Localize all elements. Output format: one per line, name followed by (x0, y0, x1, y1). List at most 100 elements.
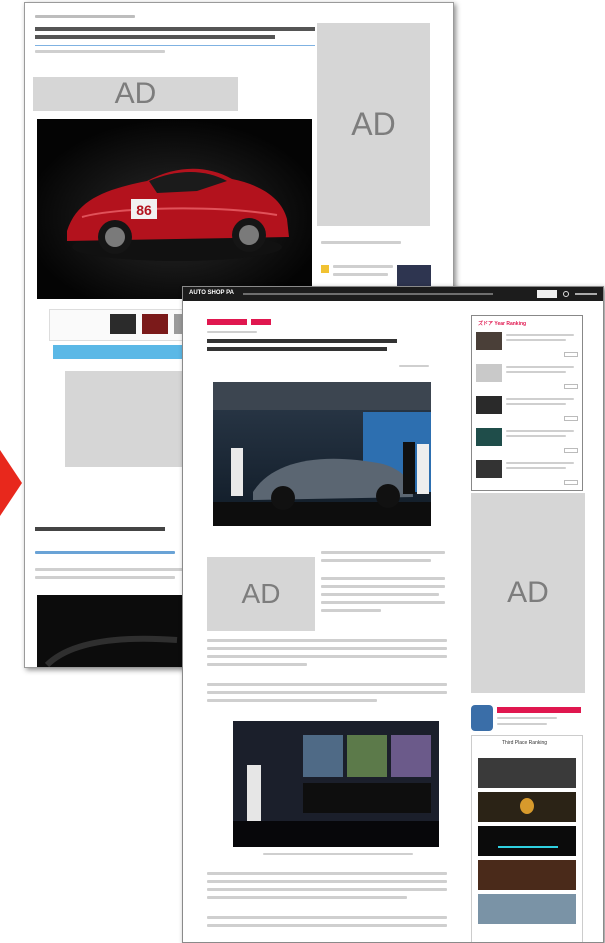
body-text-line (321, 609, 381, 612)
ranking-title: ズドア Year Ranking (478, 321, 527, 327)
ranking-text (506, 467, 566, 469)
ad-banner-top: AD (33, 77, 238, 111)
profile-text (497, 717, 557, 719)
avatar[interactable] (471, 705, 493, 731)
category-tag[interactable] (207, 319, 247, 325)
article-meta (35, 50, 165, 53)
share-buttons[interactable] (399, 365, 429, 367)
ranking-count-badge (564, 448, 578, 453)
ranking-thumbnail (476, 428, 502, 446)
category-tag[interactable] (251, 319, 271, 325)
ranking-text (506, 398, 574, 400)
ranking-text (506, 334, 574, 336)
body-text-line (207, 691, 447, 694)
ranking-text (506, 435, 566, 437)
profile-text (497, 723, 547, 725)
section-heading (35, 527, 165, 531)
car-unveiling-image (213, 382, 431, 526)
thumbnail[interactable] (142, 314, 168, 334)
sidebar-text (333, 265, 393, 268)
ranking-thumbnail (476, 364, 502, 382)
event-photo (213, 382, 431, 526)
article-title-line-1 (35, 27, 315, 31)
photo-caption (263, 853, 413, 855)
ad-label: AD (351, 106, 396, 142)
ranking-count-badge (564, 480, 578, 485)
ad-label: AD (241, 578, 281, 609)
article-title-line-1 (207, 339, 397, 343)
body-text-line (207, 639, 447, 642)
svg-text:86: 86 (136, 202, 152, 218)
ranking-item[interactable] (476, 460, 580, 488)
body-text-line (321, 593, 439, 596)
ranking-item[interactable] (476, 332, 580, 360)
ad-label: AD (114, 77, 157, 110)
body-text-line (207, 683, 447, 686)
photo-ranking-title: Third Place Ranking (502, 740, 548, 746)
body-text-line (207, 880, 447, 883)
photo-ranking-item[interactable] (478, 758, 576, 788)
photo-ranking-item[interactable] (478, 792, 576, 822)
photo-ranking-highlight (520, 798, 534, 814)
top-navbar: AUTO SHOP PA (183, 287, 603, 301)
ranking-item[interactable] (476, 396, 580, 424)
body-text-line (207, 924, 447, 927)
ranking-text (506, 366, 574, 368)
ranking-item[interactable] (476, 364, 580, 392)
ad-sidebar-right: AD (471, 493, 585, 693)
sidebar-text (333, 273, 388, 276)
body-text-line (207, 896, 407, 899)
body-text-line (207, 916, 447, 919)
body-text-line (207, 647, 447, 650)
body-text-line (321, 577, 445, 580)
ranking-text (506, 462, 574, 464)
ranking-item[interactable] (476, 428, 580, 456)
body-text-line (35, 568, 185, 571)
photo-ranking-item[interactable] (478, 826, 576, 856)
body-text-line (207, 872, 447, 875)
car-photo: 86 (37, 119, 312, 299)
ad-inline-left: AD (207, 557, 315, 631)
car-photo-bottom (37, 595, 187, 667)
thumbnail[interactable] (110, 314, 136, 334)
photo-ranking-highlight (498, 846, 558, 848)
body-text-line (35, 576, 175, 579)
ranking-thumbnail (476, 460, 502, 478)
related-link[interactable] (35, 551, 175, 554)
title-underline (35, 45, 315, 46)
search-input[interactable] (537, 290, 557, 298)
breadcrumb (35, 15, 135, 18)
login-link[interactable] (575, 293, 597, 295)
body-text-line (207, 888, 447, 891)
site-logo[interactable]: AUTO SHOP PA (189, 290, 234, 296)
red-sports-car-image: 86 (37, 119, 312, 299)
article-title-line-2 (207, 347, 387, 351)
photo-ranking-item[interactable] (478, 894, 576, 924)
article-date (207, 331, 257, 333)
ad-label: AD (507, 576, 549, 609)
ad-sidebar-right: AD (317, 23, 430, 226)
ranking-text (506, 371, 566, 373)
body-text-line (207, 699, 377, 702)
sidebar-badge-icon (321, 265, 329, 273)
photo-ranking-item[interactable] (478, 860, 576, 890)
ranking-text (506, 403, 566, 405)
ranking-text (506, 339, 566, 341)
body-text-line (321, 559, 431, 562)
ranking-thumbnail (476, 396, 502, 414)
presentation-stage-image (233, 721, 439, 847)
nav-menu[interactable] (243, 293, 493, 295)
ranking-count-badge (564, 416, 578, 421)
body-text-line (207, 663, 307, 666)
body-text-line (321, 551, 445, 554)
body-text-line (207, 655, 447, 658)
body-text-line (321, 585, 445, 588)
arrow-icon (0, 450, 22, 516)
presentation-photo (233, 721, 439, 847)
profile-banner (497, 707, 581, 713)
ranking-box: ズドア Year Ranking (471, 315, 583, 491)
search-icon[interactable] (563, 291, 569, 297)
car-silhouette-image (44, 635, 178, 667)
photo-ranking-box: Third Place Ranking (471, 735, 583, 942)
front-page-screenshot: AUTO SHOP PA AD ズドア Year Ranking AD Thir… (182, 286, 604, 943)
